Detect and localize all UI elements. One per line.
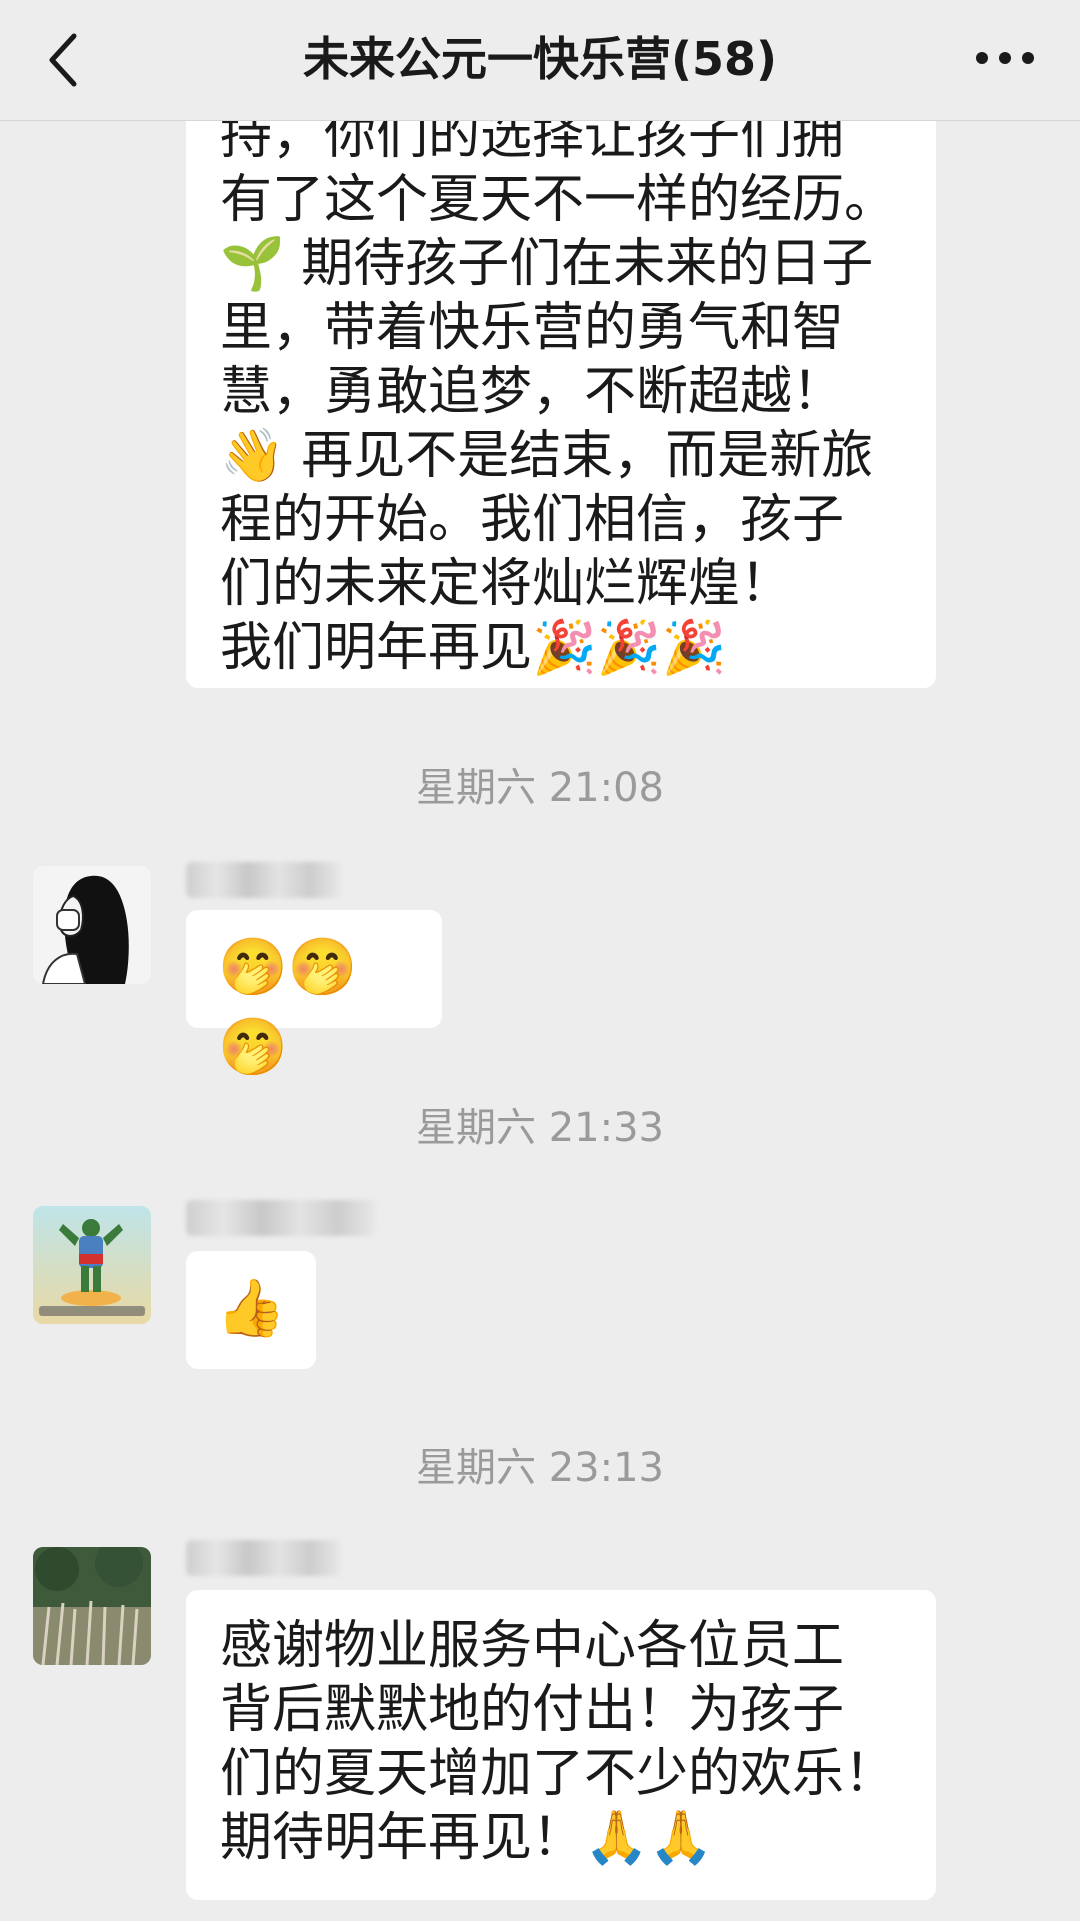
message-line: 们的夏天增加了不少的欢乐！ [220,1744,897,1804]
chat-area[interactable]: 持，你们的选择让孩子们拥 有了这个夏天不一样的经历。 🌱 期待孩子们在未来的日子… [0,0,1080,1921]
sender-name-blurred [186,1200,376,1236]
chevron-left-icon [49,33,77,87]
message-bubble-thanks[interactable]: 感谢物业服务中心各位员工 背后默默地的付出！为孩子 们的夏天增加了不少的欢乐！ … [186,1590,936,1900]
message-line: 🌱 期待孩子们在未来的日子 [220,234,874,294]
avatar-sender-1[interactable] [33,866,151,984]
superhero-avatar-icon [33,1206,151,1324]
message-emoji: 🤭🤭🤭 [218,935,358,1080]
more-button[interactable] [970,40,1040,80]
landscape-avatar-icon [33,1547,151,1665]
message-line: 期待明年再见！🙏🙏 [220,1808,714,1868]
timestamp: 星期六 23:13 [416,1445,664,1491]
avatar-sender-2[interactable] [33,1206,151,1324]
chat-title: 未来公元一快乐营(58) [302,32,778,86]
message-line: 慧，勇敢追梦，不断超越！ [220,362,845,422]
more-dots-icon [976,52,1034,64]
message-line: 我们明年再见🎉🎉🎉 [220,618,727,678]
chat-header: 未来公元一快乐营(58) [0,0,1080,121]
sender-name-blurred [186,1540,341,1576]
message-line: 背后默默地的付出！为孩子 [220,1680,845,1740]
sender-name-blurred [186,862,341,898]
message-bubble-farewell[interactable]: 持，你们的选择让孩子们拥 有了这个夏天不一样的经历。 🌱 期待孩子们在未来的日子… [186,80,936,688]
message-bubble-thumbs[interactable]: 👍 [186,1251,316,1369]
back-button[interactable] [40,28,88,92]
message-emoji: 👍 [216,1276,286,1341]
timestamp: 星期六 21:08 [416,765,664,811]
message-line: 程的开始。我们相信，孩子 [220,490,845,550]
message-line: 们的未来定将灿烂辉煌！ [220,554,793,614]
message-line: 有了这个夏天不一样的经历。 [220,170,897,230]
message-bubble-emoji[interactable]: 🤭🤭🤭 [186,910,442,1080]
message-line: 👋 再见不是结束，而是新旅 [220,426,874,486]
message-line: 感谢物业服务中心各位员工 [220,1616,845,1676]
message-line: 里，带着快乐营的勇气和智 [220,298,845,358]
avatar-sender-3[interactable] [33,1547,151,1665]
girl-avatar-icon [33,866,151,984]
timestamp: 星期六 21:33 [416,1105,664,1151]
